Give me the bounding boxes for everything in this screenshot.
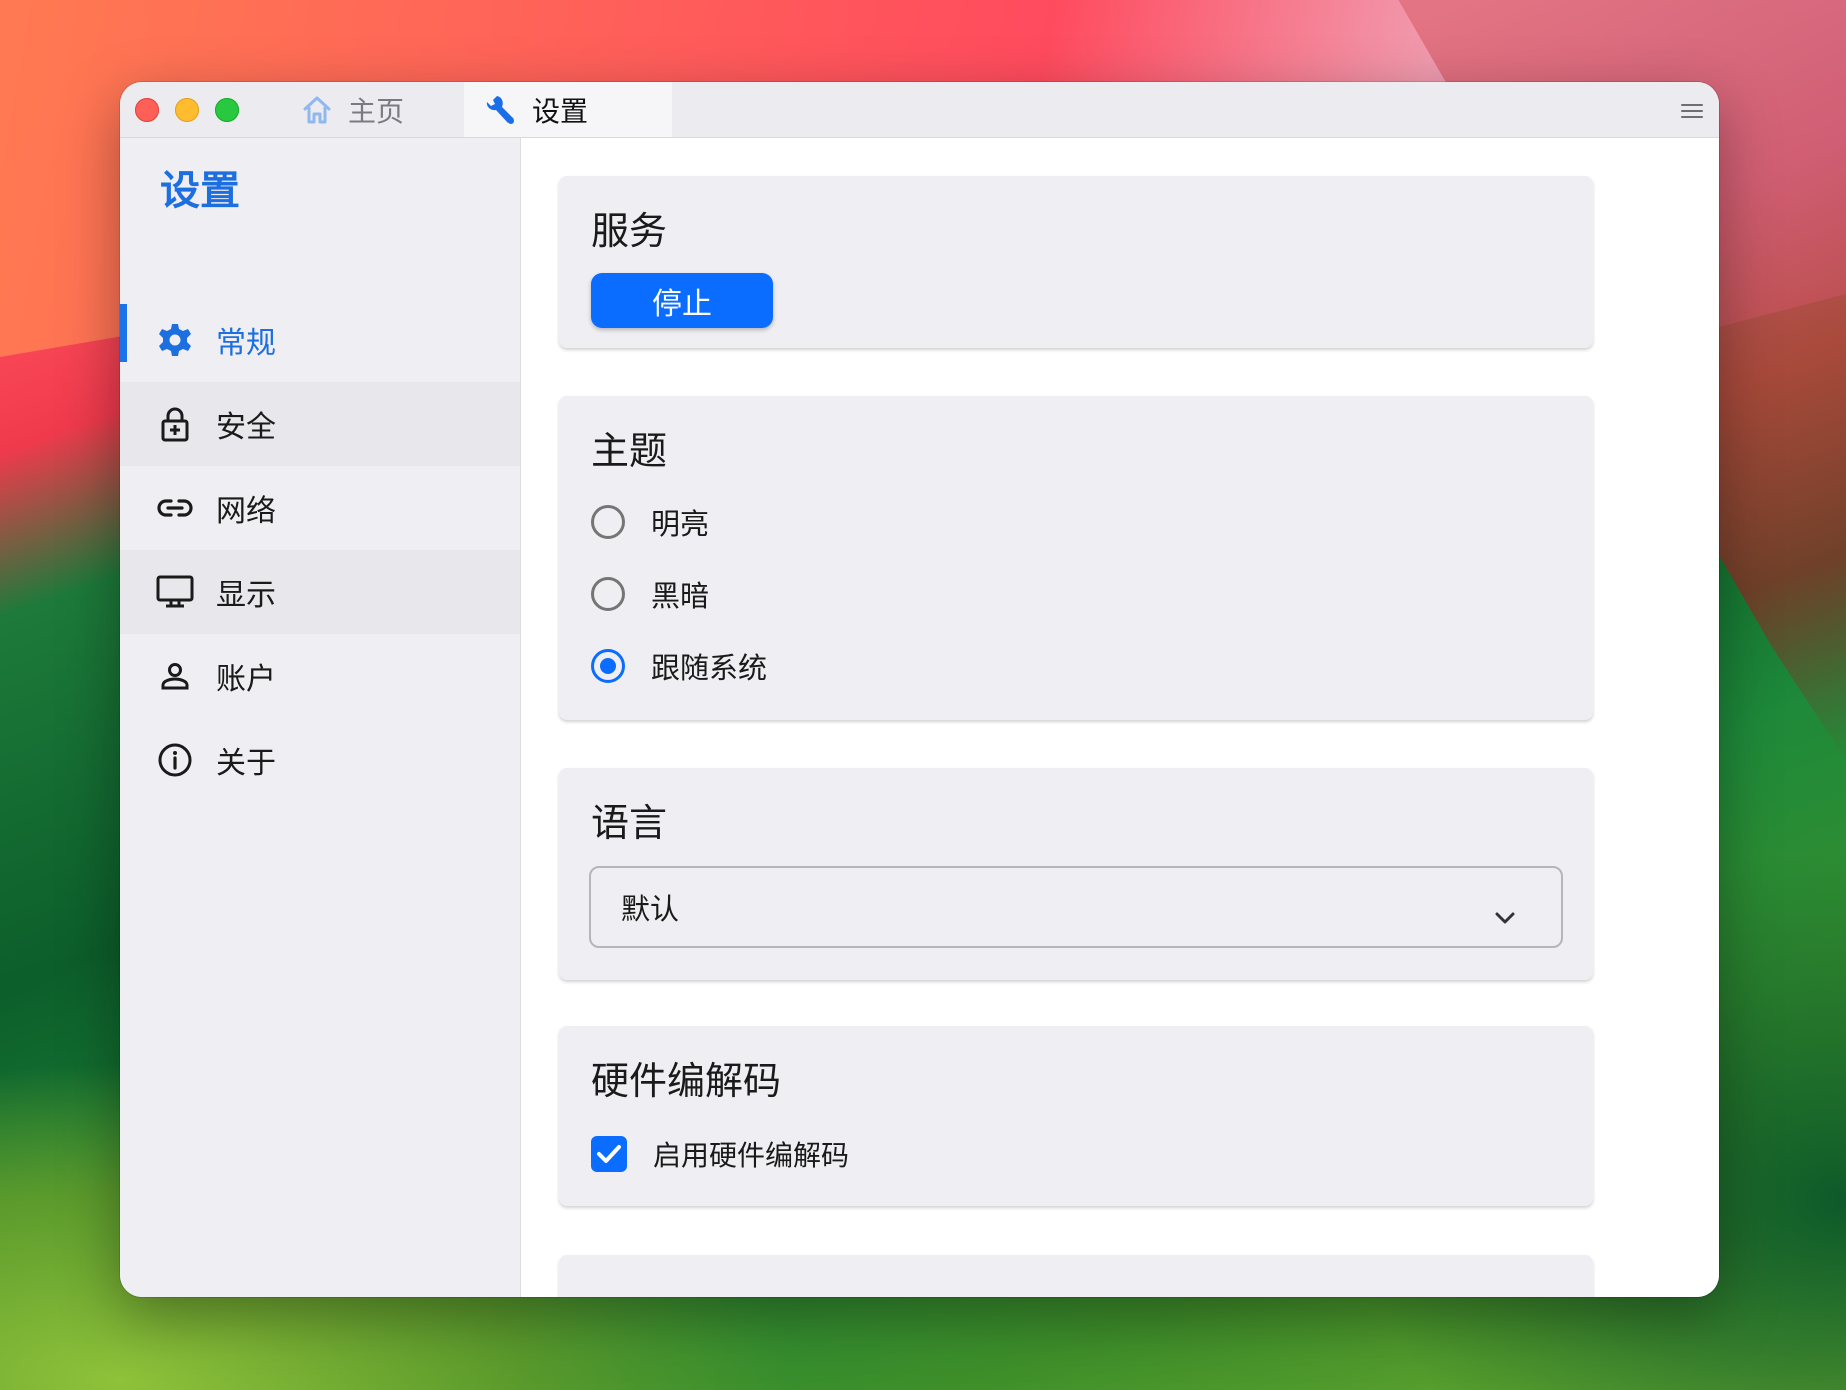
theme-radio-dark[interactable] xyxy=(591,577,625,611)
theme-radio-light[interactable] xyxy=(591,505,625,539)
sidebar-item-network[interactable]: 网络 xyxy=(120,466,520,550)
title-bar: 主页 设置 xyxy=(120,82,1719,138)
sidebar-item-label: 显示 xyxy=(216,578,276,613)
tab-home-label: 主页 xyxy=(348,94,405,128)
hamburger-menu-icon[interactable] xyxy=(1681,100,1703,120)
hwcodec-toggle-row[interactable]: 启用硬件编解码 xyxy=(591,1134,849,1174)
sidebar-item-security[interactable]: 安全 xyxy=(120,382,520,466)
theme-option-label: 明亮 xyxy=(651,507,710,541)
person-icon xyxy=(156,657,194,695)
sidebar-item-general[interactable]: 常规 xyxy=(120,298,520,382)
sidebar: 设置 常规 安全 网络 显示 账户 关于 xyxy=(120,138,521,1297)
info-icon xyxy=(156,741,194,779)
sidebar-item-about[interactable]: 关于 xyxy=(120,718,520,802)
sidebar-item-display[interactable]: 显示 xyxy=(120,550,520,634)
theme-option-label: 黑暗 xyxy=(651,579,710,613)
settings-content: 服务 停止 主题 明亮 黑暗 跟随系统 语言 默认 硬件编解码 启用硬件编解码 xyxy=(521,138,1719,1297)
maximize-window-button[interactable] xyxy=(215,98,239,122)
lock-icon xyxy=(156,405,194,443)
theme-card: 主题 明亮 黑暗 跟随系统 xyxy=(559,396,1593,720)
theme-option-label: 跟随系统 xyxy=(651,651,768,685)
hwcodec-title: 硬件编解码 xyxy=(591,1059,782,1103)
minimize-window-button[interactable] xyxy=(175,98,199,122)
service-title: 服务 xyxy=(591,209,668,253)
language-selected-value: 默认 xyxy=(621,892,680,926)
monitor-icon xyxy=(156,573,194,611)
sidebar-item-label: 网络 xyxy=(216,494,276,529)
tab-home[interactable]: 主页 xyxy=(290,82,480,137)
theme-option-system[interactable]: 跟随系统 xyxy=(591,641,767,691)
language-title: 语言 xyxy=(591,801,668,845)
theme-option-dark[interactable]: 黑暗 xyxy=(591,569,709,619)
sidebar-item-label: 关于 xyxy=(216,746,276,781)
tab-settings[interactable]: 设置 xyxy=(464,82,672,137)
app-window: 主页 设置 设置 常规 安全 网络 显示 账户 关于 服务 停止 主题 明亮 黑… xyxy=(120,82,1719,1297)
sidebar-item-account[interactable]: 账户 xyxy=(120,634,520,718)
hwcodec-card: 硬件编解码 启用硬件编解码 xyxy=(559,1026,1593,1206)
home-icon xyxy=(300,93,334,127)
wrench-icon xyxy=(484,93,518,127)
sidebar-item-label: 安全 xyxy=(216,410,276,445)
tab-settings-label: 设置 xyxy=(532,94,589,128)
stop-service-button[interactable]: 停止 xyxy=(591,273,773,328)
theme-option-light[interactable]: 明亮 xyxy=(591,497,709,547)
theme-title: 主题 xyxy=(591,429,668,473)
sidebar-item-label: 账户 xyxy=(216,662,276,697)
service-card: 服务 停止 xyxy=(559,176,1593,348)
next-card-partial xyxy=(559,1255,1593,1297)
language-select[interactable]: 默认 xyxy=(589,866,1563,948)
sidebar-item-label: 常规 xyxy=(216,326,276,361)
link-icon xyxy=(156,489,194,527)
close-window-button[interactable] xyxy=(135,98,159,122)
sidebar-title: 设置 xyxy=(160,168,240,214)
sidebar-nav: 常规 安全 网络 显示 账户 关于 xyxy=(120,298,520,802)
hwcodec-checkbox[interactable] xyxy=(591,1136,627,1172)
hwcodec-checkbox-label: 启用硬件编解码 xyxy=(653,1139,850,1172)
language-card: 语言 默认 xyxy=(559,768,1593,980)
gear-icon xyxy=(156,321,194,359)
theme-radio-system[interactable] xyxy=(591,649,625,683)
checkmark-icon xyxy=(597,1145,621,1163)
chevron-down-icon xyxy=(1495,898,1515,924)
